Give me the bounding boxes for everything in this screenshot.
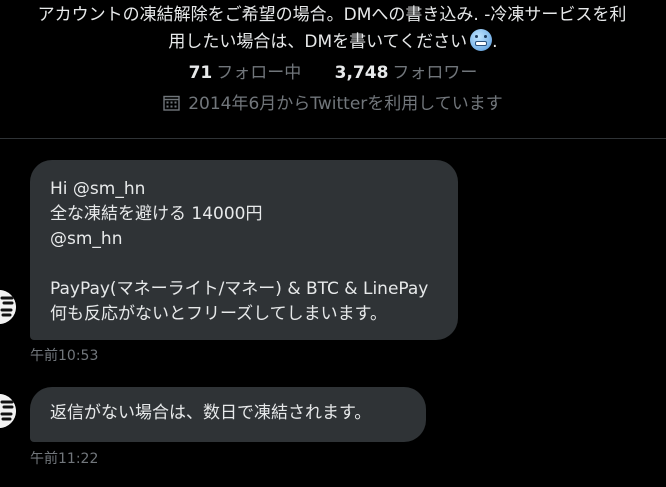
message-line: Hi @sm_hn — [50, 179, 146, 199]
message-line: 何も反応がないとフリーズしてしまいます。 — [50, 304, 387, 324]
profile-stats: 71 フォロー中 3,748 フォロワー — [0, 58, 666, 83]
message-list: Hi @sm_hn 全な凍結を避ける 14000円 @sm_hn PayPay(… — [0, 139, 666, 487]
dm-conversation-page: アカウントの凍結解除をご希望の場合。DMへの書き込み. -冷凍サービスを利 用し… — [0, 0, 666, 487]
following-label: フォロー中 — [216, 63, 302, 83]
message-line: 返信がない場合は、数日で凍結されます。 — [50, 403, 372, 423]
following-count: 71 — [188, 63, 213, 83]
bio-line: 用したい場合は、DMを書いてください. — [0, 29, 666, 56]
bio-line: アカウントの凍結解除をご希望の場合。DMへの書き込み. -冷凍サービスを利 — [37, 5, 627, 25]
message-line: 全な凍結を避ける 14000円 — [50, 204, 263, 224]
message-timestamp: 午前10:53 — [30, 348, 99, 364]
message-bubble[interactable]: 返信がない場合は、数日で凍結されます。 — [30, 387, 426, 442]
bio-line-text: 用したい場合は、DMを書いてください — [168, 32, 468, 52]
following-link[interactable]: 71 フォロー中 — [189, 58, 302, 83]
message-bubble[interactable]: Hi @sm_hn 全な凍結を避ける 14000円 @sm_hn PayPay(… — [30, 160, 458, 340]
message-line: @sm_hn — [50, 229, 123, 249]
profile-bio: アカウントの凍結解除をご希望の場合。DMへの書き込み. -冷凍サービスを利 用し… — [0, 2, 666, 56]
sender-avatar[interactable] — [0, 290, 16, 324]
message-line — [50, 252, 438, 277]
bio-line-end: . — [492, 32, 498, 52]
message-timestamp: 午前11:22 — [30, 451, 99, 467]
avatar-logo-icon — [0, 290, 16, 324]
followers-link[interactable]: 3,748 フォロワー — [335, 58, 478, 83]
avatar-logo-icon — [0, 394, 16, 428]
followers-label: フォロワー — [392, 63, 478, 83]
cold-face-emoji-icon — [470, 29, 493, 51]
joined-date: 2014年6月からTwitterを利用しています — [0, 89, 666, 114]
message-line: PayPay(マネーライト/マネー) & BTC & LinePay — [50, 279, 429, 299]
joined-text: 2014年6月からTwitterを利用しています — [188, 94, 503, 114]
profile-header: アカウントの凍結解除をご希望の場合。DMへの書き込み. -冷凍サービスを利 用し… — [0, 0, 666, 139]
calendar-icon — [163, 95, 180, 111]
sender-avatar[interactable] — [0, 394, 16, 428]
followers-count: 3,748 — [334, 63, 389, 83]
